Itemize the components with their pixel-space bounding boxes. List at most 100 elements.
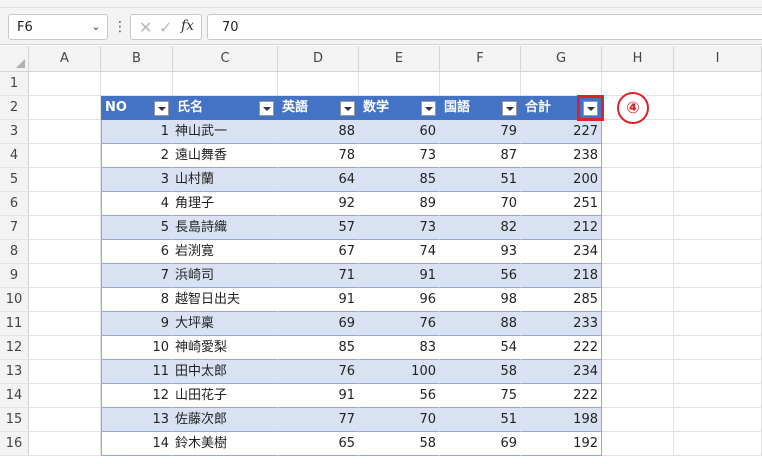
grid-cell[interactable] (29, 216, 101, 240)
table-cell-no[interactable]: 10 (101, 336, 173, 360)
grid-cell[interactable] (29, 192, 101, 216)
grid-cell[interactable] (602, 168, 674, 192)
column-header[interactable]: H (602, 46, 674, 72)
grid-cell[interactable] (674, 312, 762, 336)
name-box[interactable]: F6 ⌄ (8, 14, 108, 40)
table-cell-math[interactable]: 100 (359, 360, 440, 384)
grid-cell[interactable] (674, 144, 762, 168)
table-cell-en[interactable]: 92 (278, 192, 359, 216)
table-cell-name[interactable]: 山村蘭 (173, 168, 278, 192)
table-cell-jp[interactable]: 58 (440, 360, 521, 384)
table-cell-no[interactable]: 7 (101, 264, 173, 288)
table-cell-jp[interactable]: 98 (440, 288, 521, 312)
table-cell-total[interactable]: 285 (521, 288, 602, 312)
table-cell-math[interactable]: 85 (359, 168, 440, 192)
table-cell-jp[interactable]: 70 (440, 192, 521, 216)
column-header[interactable]: E (359, 46, 440, 72)
table-cell-no[interactable]: 14 (101, 432, 173, 456)
table-cell-no[interactable]: 12 (101, 384, 173, 408)
table-cell-total[interactable]: 198 (521, 408, 602, 432)
grid-cell[interactable] (674, 96, 762, 120)
table-cell-math[interactable]: 83 (359, 336, 440, 360)
grid-cell[interactable] (29, 96, 101, 120)
grid-cell[interactable] (674, 384, 762, 408)
table-cell-name[interactable]: 越智日出夫 (173, 288, 278, 312)
filter-dropdown-icon[interactable] (421, 101, 436, 116)
grid-cell[interactable] (674, 432, 762, 456)
table-cell-name[interactable]: 鈴木美樹 (173, 432, 278, 456)
row-header[interactable]: 15 (0, 408, 29, 432)
row-header[interactable]: 3 (0, 120, 29, 144)
table-cell-en[interactable]: 85 (278, 336, 359, 360)
table-cell-total[interactable]: 234 (521, 240, 602, 264)
grid-cell[interactable] (674, 192, 762, 216)
table-cell-name[interactable]: 岩渕寛 (173, 240, 278, 264)
grid-cell[interactable] (602, 144, 674, 168)
table-cell-math[interactable]: 60 (359, 120, 440, 144)
table-cell-jp[interactable]: 93 (440, 240, 521, 264)
column-header[interactable]: A (29, 46, 101, 72)
check-icon[interactable]: ✓ (159, 18, 172, 37)
grid-cell[interactable] (440, 72, 521, 96)
table-cell-en[interactable]: 64 (278, 168, 359, 192)
table-cell-jp[interactable]: 56 (440, 264, 521, 288)
grid-cell[interactable] (674, 240, 762, 264)
grid-cell[interactable] (602, 120, 674, 144)
table-cell-math[interactable]: 76 (359, 312, 440, 336)
filter-dropdown-icon[interactable] (154, 101, 169, 116)
grid-cell[interactable] (602, 216, 674, 240)
table-cell-en[interactable]: 77 (278, 408, 359, 432)
table-cell-en[interactable]: 69 (278, 312, 359, 336)
grid-cell[interactable] (674, 408, 762, 432)
grid-cell[interactable] (29, 120, 101, 144)
row-header[interactable]: 1 (0, 72, 29, 96)
table-cell-total[interactable]: 238 (521, 144, 602, 168)
grid-cell[interactable] (521, 72, 602, 96)
table-cell-name[interactable]: 浜崎司 (173, 264, 278, 288)
grid-cell[interactable] (674, 168, 762, 192)
grid-cell[interactable] (173, 72, 278, 96)
table-cell-math[interactable]: 73 (359, 216, 440, 240)
row-header[interactable]: 7 (0, 216, 29, 240)
filter-dropdown-icon[interactable] (340, 101, 355, 116)
table-cell-total[interactable]: 222 (521, 384, 602, 408)
grid-cell[interactable] (674, 120, 762, 144)
table-cell-name[interactable]: 神崎愛梨 (173, 336, 278, 360)
table-cell-math[interactable]: 89 (359, 192, 440, 216)
table-cell-en[interactable]: 71 (278, 264, 359, 288)
column-header[interactable]: F (440, 46, 521, 72)
table-cell-no[interactable]: 2 (101, 144, 173, 168)
column-header[interactable]: B (101, 46, 173, 72)
table-cell-math[interactable]: 74 (359, 240, 440, 264)
grid-cell[interactable] (602, 408, 674, 432)
row-header[interactable]: 10 (0, 288, 29, 312)
chevron-down-icon[interactable]: ⌄ (89, 19, 103, 35)
table-cell-en[interactable]: 57 (278, 216, 359, 240)
grid-cell[interactable] (602, 240, 674, 264)
row-header[interactable]: 12 (0, 336, 29, 360)
table-cell-jp[interactable]: 51 (440, 168, 521, 192)
table-cell-no[interactable]: 13 (101, 408, 173, 432)
grid-cell[interactable] (674, 336, 762, 360)
table-cell-jp[interactable]: 54 (440, 336, 521, 360)
table-cell-no[interactable]: 9 (101, 312, 173, 336)
table-cell-jp[interactable]: 87 (440, 144, 521, 168)
row-header[interactable]: 11 (0, 312, 29, 336)
table-cell-total[interactable]: 212 (521, 216, 602, 240)
row-header[interactable]: 8 (0, 240, 29, 264)
table-cell-en[interactable]: 91 (278, 288, 359, 312)
select-all-button[interactable] (0, 46, 29, 72)
grid-cell[interactable] (29, 360, 101, 384)
grid-cell[interactable] (674, 216, 762, 240)
table-cell-jp[interactable]: 88 (440, 312, 521, 336)
table-cell-no[interactable]: 6 (101, 240, 173, 264)
table-cell-jp[interactable]: 82 (440, 216, 521, 240)
filter-dropdown-icon[interactable] (259, 101, 274, 116)
cancel-icon[interactable]: ✕ (139, 18, 152, 37)
grid-cell[interactable] (101, 72, 173, 96)
filter-dropdown-icon[interactable] (502, 101, 517, 116)
table-cell-total[interactable]: 233 (521, 312, 602, 336)
table-cell-en[interactable]: 88 (278, 120, 359, 144)
grid-cell[interactable] (674, 264, 762, 288)
column-header[interactable]: C (173, 46, 278, 72)
